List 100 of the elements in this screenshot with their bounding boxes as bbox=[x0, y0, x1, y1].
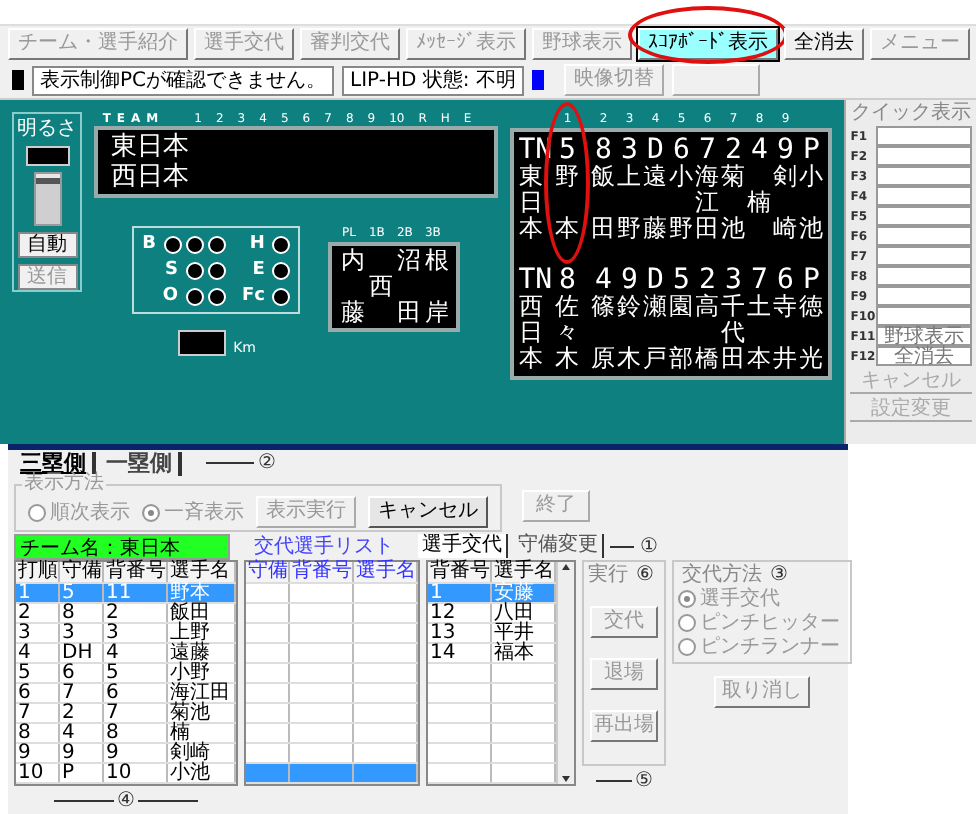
table-cell: 7 bbox=[104, 704, 168, 722]
player-name: 鈴木 bbox=[616, 294, 643, 372]
table-cell: 13 bbox=[428, 624, 492, 642]
input-field[interactable] bbox=[876, 266, 972, 286]
change-tab[interactable]: 守備変更 bbox=[514, 534, 604, 558]
radio-icon[interactable] bbox=[28, 503, 46, 521]
toolbar-button[interactable]: 全消去 bbox=[784, 28, 864, 60]
radio-option[interactable]: 一斉表示 bbox=[142, 501, 244, 523]
count-label: Fc bbox=[241, 286, 265, 306]
position-code: D bbox=[647, 266, 664, 294]
callout-number: ① bbox=[640, 535, 658, 557]
column-header: 背番号 bbox=[104, 562, 168, 582]
table-row[interactable] bbox=[246, 624, 418, 644]
player-name: 東日本 bbox=[518, 164, 545, 242]
input-field[interactable] bbox=[876, 126, 972, 146]
player-name: 上野 bbox=[616, 164, 643, 242]
table-cell: P bbox=[60, 764, 104, 782]
column-header: 守備 bbox=[246, 562, 290, 582]
table-cell: 楠 bbox=[168, 724, 236, 742]
position-code: 8 bbox=[595, 136, 612, 164]
input-field[interactable] bbox=[876, 186, 972, 206]
table-row[interactable] bbox=[246, 704, 418, 724]
brightness-display bbox=[25, 146, 70, 167]
table-row[interactable] bbox=[246, 644, 418, 664]
table-row[interactable]: 1 5 11 野本 bbox=[16, 584, 236, 604]
table-row[interactable] bbox=[246, 724, 418, 744]
input-field[interactable] bbox=[876, 166, 972, 186]
scroll-down-icon[interactable] bbox=[560, 772, 572, 784]
input-field[interactable]: 全消去 bbox=[876, 346, 972, 366]
panel-button[interactable]: 自動 bbox=[17, 232, 78, 258]
table-row[interactable] bbox=[246, 764, 418, 784]
table-cell: 上野 bbox=[168, 624, 236, 642]
position-code: 4 bbox=[749, 136, 770, 164]
radio-icon[interactable] bbox=[142, 503, 160, 521]
table-row[interactable]: 3 3 3 上野 bbox=[16, 624, 236, 644]
table-cell: 14 bbox=[428, 644, 492, 662]
input-field[interactable] bbox=[876, 206, 972, 226]
table-cell: 11 bbox=[104, 584, 168, 602]
scrollbar[interactable] bbox=[556, 562, 574, 784]
table-cell: 1 bbox=[16, 584, 60, 602]
table-row[interactable]: 7 2 7 菊池 bbox=[16, 704, 236, 724]
table-cell: 海江田 bbox=[168, 684, 236, 702]
player-name: 剣崎 bbox=[772, 164, 799, 242]
table-row[interactable]: 4 DH 4 遠藤 bbox=[16, 644, 236, 664]
table-row[interactable]: 13 平井 bbox=[428, 624, 556, 644]
table-row[interactable]: 6 7 6 海江田 bbox=[16, 684, 236, 704]
table-row[interactable]: 5 6 5 小野 bbox=[16, 664, 236, 684]
table-row[interactable] bbox=[246, 584, 418, 604]
table-cell: 小池 bbox=[168, 764, 236, 782]
column-header: 守備 bbox=[60, 562, 104, 582]
input-field[interactable]: 野球表示 bbox=[876, 326, 972, 346]
column-header: 選手名 bbox=[354, 562, 418, 582]
brightness-label: 明るさ bbox=[17, 118, 78, 140]
umpire-name: 沼田 bbox=[394, 248, 423, 326]
dialog-button[interactable]: キャンセル bbox=[368, 496, 488, 528]
input-field[interactable] bbox=[876, 306, 972, 326]
table-cell: 10 bbox=[104, 764, 168, 782]
table-row[interactable] bbox=[246, 684, 418, 704]
input-field[interactable] bbox=[876, 146, 972, 166]
slider-fill[interactable] bbox=[35, 177, 60, 224]
change-tab[interactable]: 選手交代 bbox=[418, 534, 508, 558]
umpire-name: 西 bbox=[366, 270, 395, 304]
position-code: 2 bbox=[725, 136, 742, 164]
table-row[interactable]: 10 P 10 小池 bbox=[16, 764, 236, 784]
input-field[interactable] bbox=[876, 226, 972, 246]
position-code: 2 bbox=[699, 266, 716, 294]
position-code: 9 bbox=[777, 136, 794, 164]
table-row[interactable] bbox=[246, 604, 418, 624]
scroll-up-icon[interactable] bbox=[560, 562, 572, 574]
player-name: 海江田 bbox=[694, 164, 721, 242]
toolbar-button[interactable]: ｽｺｱﾎﾞｰﾄﾞ表示 bbox=[638, 28, 778, 60]
input-field[interactable] bbox=[876, 246, 972, 266]
position-code: 5 bbox=[559, 136, 576, 164]
radio-option[interactable]: 順次表示 bbox=[28, 501, 130, 523]
table-row[interactable]: 9 9 9 剣崎 bbox=[16, 744, 236, 764]
position-code: 5 bbox=[673, 266, 690, 294]
table-row[interactable] bbox=[246, 744, 418, 764]
count-label: H bbox=[249, 234, 265, 254]
status-message: 表示制御PCが確認できません。 bbox=[32, 65, 335, 95]
table-row[interactable]: 1 安藤 bbox=[428, 584, 556, 604]
table-cell: 5 bbox=[60, 584, 104, 602]
table-cell: 小野 bbox=[168, 664, 236, 682]
table-row[interactable]: 2 8 2 飯田 bbox=[16, 604, 236, 624]
umpire-name: 内藤 bbox=[338, 248, 367, 326]
position-code: 7 bbox=[699, 136, 716, 164]
brightness-slider[interactable] bbox=[33, 172, 62, 226]
table-row[interactable] bbox=[246, 664, 418, 684]
panel-title: クイック表示 bbox=[850, 102, 972, 126]
table-cell: 7 bbox=[60, 684, 104, 702]
table-cell: 2 bbox=[104, 604, 168, 622]
position-code: 7 bbox=[751, 266, 768, 294]
radio-label: ピンチランナー bbox=[700, 636, 840, 658]
radio-label: 一斉表示 bbox=[164, 501, 244, 523]
input-field[interactable] bbox=[876, 286, 972, 306]
table-row[interactable]: 8 4 8 楠 bbox=[16, 724, 236, 744]
player-name: 小野 bbox=[668, 164, 695, 242]
table-row[interactable]: 14 福本 bbox=[428, 644, 556, 664]
table-row[interactable]: 12 八田 bbox=[428, 604, 556, 624]
table-cell: 9 bbox=[60, 744, 104, 762]
table-cell: 6 bbox=[16, 684, 60, 702]
